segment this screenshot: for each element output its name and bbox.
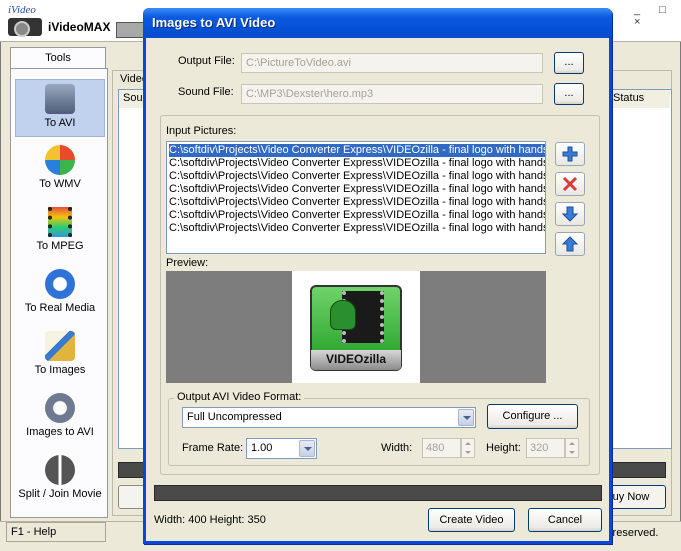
tool-images-to-avi[interactable]: Images to AVI — [15, 389, 105, 447]
status-copyright: s reserved. — [604, 527, 659, 539]
app-logo: iVideo — [6, 4, 44, 38]
configure-button[interactable]: Configure ... — [487, 404, 578, 429]
tool-label: To AVI — [44, 117, 76, 129]
remove-icon — [562, 176, 578, 192]
remove-picture-button[interactable] — [555, 172, 585, 196]
image-dimensions-text: Width: 400 Height: 350 — [154, 514, 266, 526]
move-down-icon — [562, 206, 578, 222]
app-name: iVideoMAX — [48, 20, 111, 34]
sound-file-field[interactable]: C:\MP3\Dexster\hero.mp3 — [241, 84, 543, 104]
tool-to-wmv[interactable]: To WMV — [15, 141, 105, 199]
list-item[interactable]: C:\softdiv\Projects\Video Converter Expr… — [169, 183, 545, 196]
windows-media-icon — [45, 145, 75, 175]
tab-tools[interactable]: Tools — [10, 47, 106, 69]
sound-file-label: Sound File: — [178, 86, 234, 98]
move-up-icon — [562, 236, 578, 252]
sound-file-browse-button[interactable]: ... — [554, 83, 584, 105]
frame-rate-value: 1.00 — [251, 442, 273, 454]
column-header-status[interactable]: Status — [608, 90, 670, 108]
frame-rate-select[interactable]: 1.00 — [246, 438, 317, 459]
window-controls[interactable]: _ □ × — [634, 4, 678, 28]
add-icon — [562, 146, 578, 162]
camcorder-logo-icon — [8, 18, 42, 37]
list-item[interactable]: C:\softdiv\Projects\Video Converter Expr… — [169, 144, 545, 157]
column-header-source[interactable]: Sou — [119, 90, 145, 108]
tool-label: To WMV — [39, 178, 81, 190]
status-help: F1 - Help — [6, 522, 106, 542]
tool-label: To Images — [34, 364, 86, 376]
video-format-select[interactable]: Full Uncompressed — [182, 407, 476, 428]
cancel-button[interactable]: Cancel — [528, 508, 602, 532]
chevron-down-icon[interactable] — [458, 409, 474, 426]
split-film-icon — [45, 455, 75, 485]
filmstrip-icon — [48, 207, 72, 237]
list-item[interactable]: C:\softdiv\Projects\Video Converter Expr… — [169, 157, 545, 170]
dinosaur-graphic — [330, 300, 356, 330]
paintbrush-icon — [45, 331, 75, 361]
width-field[interactable]: 480 — [422, 438, 461, 458]
tool-label: Split / Join Movie — [18, 488, 102, 500]
list-item[interactable]: C:\softdiv\Projects\Video Converter Expr… — [169, 170, 545, 183]
list-item[interactable]: C:\softdiv\Projects\Video Converter Expr… — [169, 209, 545, 222]
width-spinner[interactable] — [461, 438, 475, 458]
tool-label: To MPEG — [36, 240, 84, 252]
video-format-value: Full Uncompressed — [187, 411, 282, 423]
dialog-progress-bar — [154, 485, 602, 501]
tools-panel: To AVI To WMV To MPEG To Real Media To I… — [10, 68, 108, 518]
output-file-label: Output File: — [178, 55, 235, 67]
tool-to-mpeg[interactable]: To MPEG — [15, 203, 105, 261]
output-file-browse-button[interactable]: ... — [554, 52, 584, 74]
header-field[interactable] — [116, 22, 146, 38]
add-picture-button[interactable] — [555, 142, 585, 166]
width-label: Width: — [381, 442, 413, 454]
input-pictures-list[interactable]: C:\softdiv\Projects\Video Converter Expr… — [166, 141, 546, 254]
tool-to-real-media[interactable]: To Real Media — [15, 265, 105, 323]
list-item[interactable]: C:\softdiv\Projects\Video Converter Expr… — [169, 196, 545, 209]
create-video-button[interactable]: Create Video — [428, 508, 515, 532]
preview-label: Preview: — [166, 257, 209, 269]
real-media-icon — [45, 269, 75, 299]
camcorder-icon — [45, 84, 75, 114]
move-down-button[interactable] — [555, 202, 585, 226]
tool-label: Images to AVI — [26, 426, 94, 438]
height-field[interactable]: 320 — [526, 438, 565, 458]
logo-text: iVideo — [8, 4, 36, 16]
tool-to-avi[interactable]: To AVI — [15, 79, 105, 137]
frame-rate-label: Frame Rate: — [182, 442, 244, 454]
height-spinner[interactable] — [565, 438, 579, 458]
list-item[interactable]: C:\softdiv\Projects\Video Converter Expr… — [169, 222, 545, 235]
chevron-down-icon[interactable] — [299, 440, 315, 457]
move-up-button[interactable] — [555, 232, 585, 256]
tool-to-images[interactable]: To Images — [15, 327, 105, 385]
tool-label: To Real Media — [24, 302, 96, 314]
output-file-field[interactable]: C:\PictureToVideo.avi — [241, 53, 543, 73]
height-label: Height: — [486, 442, 521, 454]
input-pictures-label: Input Pictures: — [166, 125, 237, 137]
dialog-title: Images to AVI Video — [152, 15, 276, 30]
logo-text: VIDEOzilla — [325, 352, 387, 366]
output-format-label: Output AVI Video Format: — [174, 391, 305, 403]
images-to-video-icon — [45, 393, 75, 423]
tool-split-join-movie[interactable]: Split / Join Movie — [15, 451, 105, 509]
